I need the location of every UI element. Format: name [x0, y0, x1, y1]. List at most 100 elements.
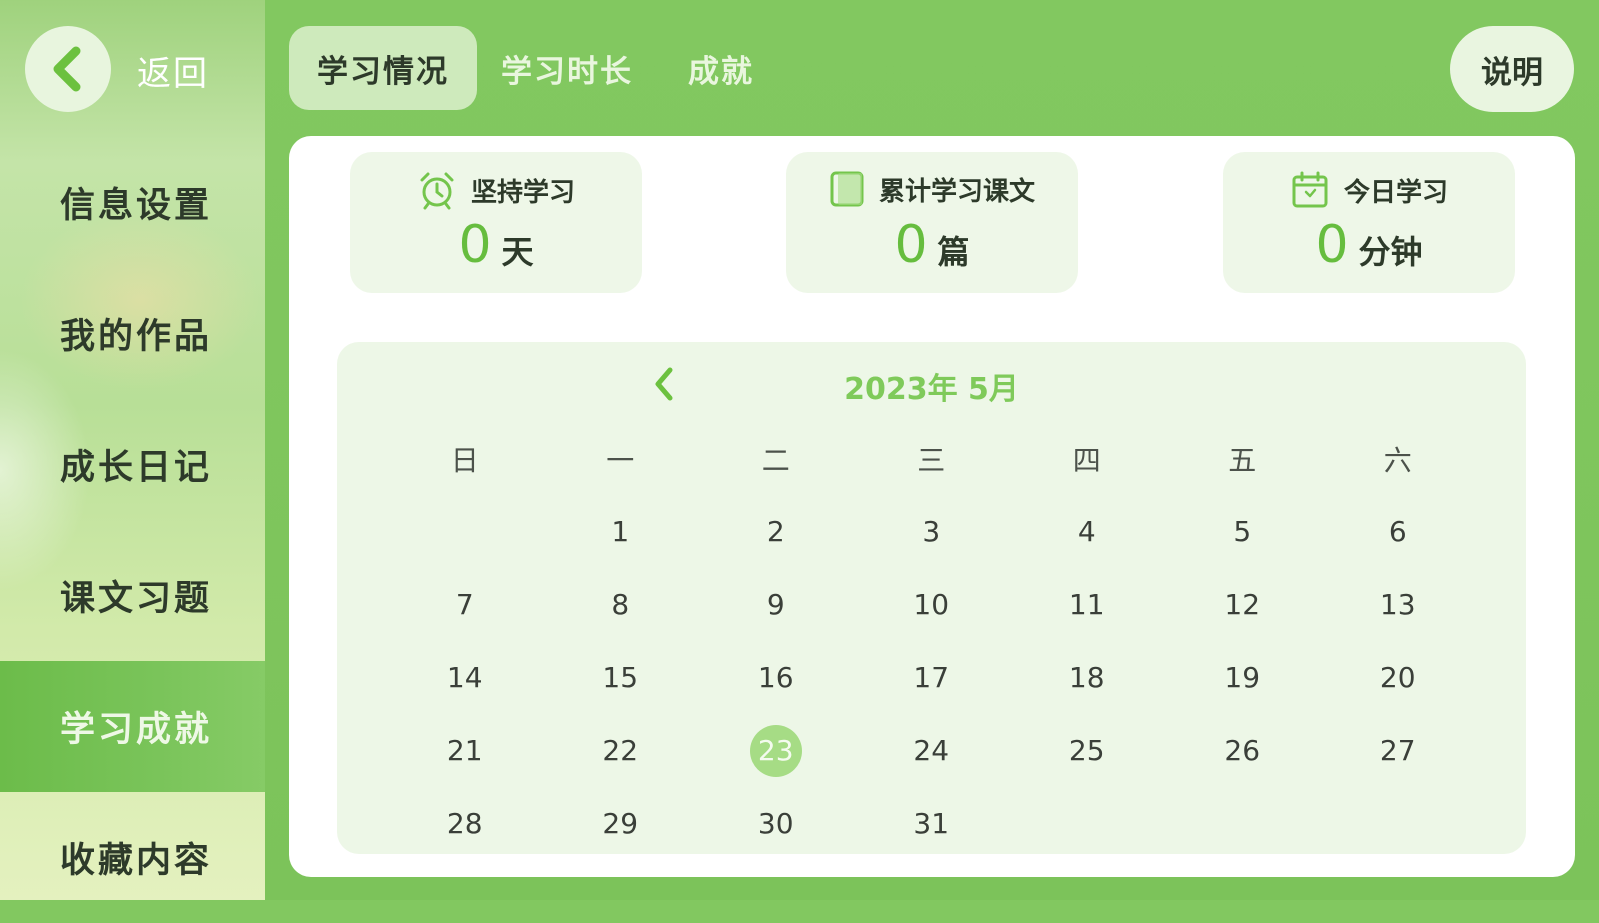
stat-unit: 分钟 — [1358, 233, 1423, 271]
sidebar-item-growth-diary[interactable]: 成长日记 — [0, 399, 265, 530]
calendar-day[interactable]: 17 — [905, 652, 957, 704]
calendar-day[interactable]: 12 — [1216, 579, 1268, 631]
calendar-day[interactable]: 27 — [1372, 725, 1424, 777]
sidebar-item-learning-achievements[interactable]: 学习成就 — [0, 661, 265, 792]
sidebar-item-info-settings[interactable]: 信息设置 — [0, 137, 265, 268]
calendar-day[interactable]: 14 — [439, 652, 491, 704]
calendar-day-today[interactable]: 23 — [749, 724, 802, 777]
weekday-label: 六 — [1383, 443, 1412, 477]
calendar-cell: 21 — [387, 725, 543, 777]
calendar-cell: 13 — [1320, 579, 1476, 631]
weekday-label: 三 — [917, 443, 946, 477]
calendar-day[interactable]: 25 — [1061, 725, 1113, 777]
calendar-cell: 3 — [854, 506, 1010, 558]
calendar-cell: 8 — [543, 579, 699, 631]
calendar: 2023年 5月 日一二三四五六 1 2 3 4 5 6 7 8 9 10 11 12 13 14 15 16 1… — [337, 342, 1526, 854]
sidebar-item-favorites[interactable]: 收藏内容 — [0, 792, 265, 923]
calendar-day[interactable]: 3 — [905, 506, 957, 558]
calendar-cell: 31 — [854, 798, 1010, 850]
calendar-day[interactable]: 2 — [750, 506, 802, 558]
calendar-cell: 14 — [387, 652, 543, 704]
calendar-cell: 25 — [1009, 725, 1165, 777]
sidebar-item-lesson-exercises[interactable]: 课文习题 — [0, 530, 265, 661]
calendar-day[interactable]: 28 — [439, 798, 491, 850]
calendar-day[interactable]: 26 — [1216, 725, 1268, 777]
calendar-day[interactable]: 21 — [439, 725, 491, 777]
stat-title: 累计学习课文 — [878, 176, 1035, 207]
calendar-day[interactable]: 11 — [1061, 579, 1113, 631]
tab-learning-duration[interactable]: 学习时长 — [501, 26, 633, 110]
weekday-label: 日 — [450, 443, 479, 477]
calendar-cell: 27 — [1320, 725, 1476, 777]
calendar-cell: 24 — [854, 725, 1010, 777]
calendar-cell: 22 — [543, 725, 699, 777]
tab-achievements[interactable]: 成就 — [688, 26, 754, 110]
calendar-icon — [1292, 171, 1328, 208]
calendar-day[interactable]: 15 — [594, 652, 646, 704]
weekday-label: 二 — [761, 443, 790, 477]
calendar-day[interactable]: 6 — [1372, 506, 1424, 558]
calendar-cell: 19 — [1165, 652, 1321, 704]
stat-title: 坚持学习 — [470, 177, 575, 208]
book-icon — [830, 171, 864, 207]
calendar-cell: 12 — [1165, 579, 1321, 631]
back-button[interactable] — [25, 26, 111, 112]
calendar-cell: 5 — [1165, 506, 1321, 558]
calendar-cell: 1 — [543, 506, 699, 558]
week-row: 21 22 23 24 25 26 27 — [387, 714, 1476, 787]
calendar-cell: 17 — [854, 652, 1010, 704]
calendar-cell: 10 — [854, 579, 1010, 631]
sidebar-menu: 信息设置 我的作品 成长日记 课文习题 学习成就 收藏内容 — [0, 137, 265, 923]
calendar-day[interactable]: 1 — [594, 506, 646, 558]
calendar-cell: 4 — [1009, 506, 1165, 558]
calendar-day[interactable]: 18 — [1061, 652, 1113, 704]
stat-value: 0 — [1315, 215, 1349, 275]
calendar-cell: 15 — [543, 652, 699, 704]
weekday-label: 五 — [1228, 443, 1257, 477]
calendar-grid: 日一二三四五六 1 2 3 4 5 6 7 8 9 10 11 12 13 14 15 16 17 18 19 20 21… — [387, 422, 1476, 860]
calendar-day[interactable]: 24 — [905, 725, 957, 777]
stat-card-today: 今日学习 0 分钟 — [1223, 152, 1515, 293]
week-row: 1 2 3 4 5 6 — [387, 495, 1476, 568]
calendar-day[interactable]: 9 — [750, 579, 802, 631]
stat-title: 今日学习 — [1343, 177, 1448, 208]
calendar-day[interactable]: 22 — [594, 725, 646, 777]
calendar-cell: 6 — [1320, 506, 1476, 558]
chevron-left-icon — [53, 46, 81, 92]
calendar-day[interactable]: 5 — [1216, 506, 1268, 558]
calendar-day[interactable]: 19 — [1216, 652, 1268, 704]
calendar-day[interactable]: 31 — [905, 798, 957, 850]
calendar-cell: 30 — [698, 798, 854, 850]
calendar-cell: 20 — [1320, 652, 1476, 704]
calendar-day[interactable]: 20 — [1372, 652, 1424, 704]
stat-card-lessons: 累计学习课文 0 篇 — [786, 152, 1078, 293]
sidebar-item-my-works[interactable]: 我的作品 — [0, 268, 265, 399]
weekday-row: 日一二三四五六 — [387, 422, 1476, 495]
week-row: 28 29 30 31 — [387, 787, 1476, 860]
calendar-cell: 23 — [698, 724, 854, 777]
weekday-label: 一 — [606, 443, 635, 477]
calendar-day[interactable]: 29 — [594, 798, 646, 850]
calendar-day[interactable]: 4 — [1061, 506, 1113, 558]
calendar-cell: 28 — [387, 798, 543, 850]
calendar-cell: 7 — [387, 579, 543, 631]
calendar-day[interactable]: 13 — [1372, 579, 1424, 631]
weekday-label: 四 — [1072, 443, 1101, 477]
tab-learning-status[interactable]: 学习情况 — [289, 26, 477, 110]
calendar-day[interactable]: 7 — [439, 579, 491, 631]
calendar-header: 2023年 5月 — [337, 362, 1526, 407]
calendar-day[interactable]: 8 — [594, 579, 646, 631]
calendar-day[interactable]: 16 — [750, 652, 802, 704]
back-label[interactable]: 返回 — [137, 46, 209, 95]
stat-value: 0 — [894, 215, 928, 275]
stat-card-streak: 坚持学习 0 天 — [350, 152, 642, 293]
help-button[interactable]: 说明 — [1450, 26, 1574, 112]
calendar-cell: 26 — [1165, 725, 1321, 777]
calendar-day[interactable]: 30 — [750, 798, 802, 850]
week-row: 7 8 9 10 11 12 13 — [387, 568, 1476, 641]
stat-unit: 天 — [501, 233, 534, 271]
stat-value: 0 — [458, 215, 492, 275]
week-row: 14 15 16 17 18 19 20 — [387, 641, 1476, 714]
calendar-day[interactable]: 10 — [905, 579, 957, 631]
calendar-cell: 29 — [543, 798, 699, 850]
